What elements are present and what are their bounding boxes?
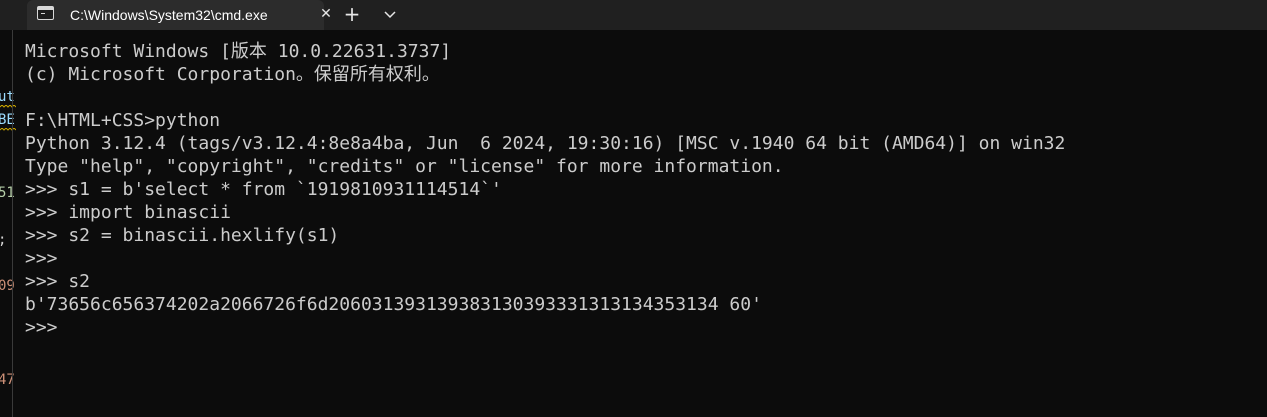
tab-title: C:\Windows\System32\cmd.exe — [70, 7, 268, 23]
terminal-line: b'73656c656374202a2066726f6d206031393139… — [25, 294, 762, 315]
terminal-prompt-line[interactable]: >>> — [25, 316, 1255, 339]
terminal-line: Microsoft Windows [版本 10.0.22631.3737] — [25, 41, 452, 62]
terminal-line: >>> s1 = b'select * from `19198109311145… — [25, 179, 502, 200]
terminal-line: >>> s2 = binascii.hexlify(s1) — [25, 225, 340, 246]
background-fragment: ; — [0, 231, 6, 249]
terminal-line: >>> import binascii — [25, 202, 231, 223]
tab-cmd[interactable]: C:\Windows\System32\cmd.exe ✕ — [27, 0, 332, 30]
error-squiggle — [0, 105, 16, 108]
terminal-window: C:\Windows\System32\cmd.exe ✕ + ut BE 51… — [0, 0, 1267, 417]
terminal-line: Type "help", "copyright", "credits" or "… — [25, 156, 784, 177]
window-divider — [12, 30, 13, 417]
new-tab-button[interactable]: + — [341, 3, 363, 25]
terminal-line: >>> s2 — [25, 271, 91, 292]
terminal-line: Python 3.12.4 (tags/v3.12.4:8e8a4ba, Jun… — [25, 133, 1066, 154]
error-squiggle — [0, 128, 16, 131]
background-editor-strip: ut BE 51 ; 09 47 — [0, 30, 16, 417]
chevron-down-icon[interactable] — [379, 3, 401, 25]
close-tab-button[interactable]: ✕ — [315, 3, 337, 25]
terminal-icon — [37, 6, 54, 20]
terminal-line: F:\HTML+CSS>python — [25, 110, 221, 131]
terminal-output[interactable]: Microsoft Windows [版本 10.0.22631.3737] (… — [25, 40, 1255, 410]
terminal-line: >>> — [25, 248, 58, 269]
terminal-line: (c) Microsoft Corporation。保留所有权利。 — [25, 64, 440, 85]
title-bar: C:\Windows\System32\cmd.exe ✕ + — [0, 0, 1267, 30]
